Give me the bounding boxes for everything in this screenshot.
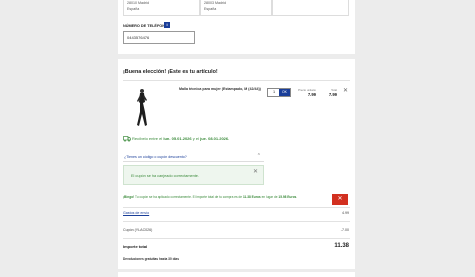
shipping-details-card: 28010 Madrid España 28003 Madrid España … bbox=[118, 0, 355, 54]
promo-text-1: Tu cupón se ha aplicado correctamente. E… bbox=[134, 195, 243, 199]
free-returns-note: Devoluciones gratuitas hasta 30 días bbox=[123, 257, 179, 261]
delivery-from-date: lun. 05.01.2026 bbox=[163, 136, 192, 141]
promo-original: 15.98 Euros bbox=[278, 195, 297, 199]
product-image[interactable] bbox=[135, 88, 149, 128]
shipping-costs-value: 4.99 bbox=[342, 211, 349, 215]
delivery-prefix: Recíbelo entre el bbox=[132, 136, 163, 141]
coupon-applied-value: -7.00 bbox=[340, 228, 349, 232]
truck-icon bbox=[123, 136, 131, 142]
info-icon[interactable]: i bbox=[164, 22, 170, 28]
phone-input[interactable]: 0443576476 bbox=[123, 31, 195, 44]
promo-text-2: en lugar de bbox=[261, 195, 278, 199]
cart-card: ¡Buena elección! ¡Este es tu artículo! M… bbox=[118, 59, 355, 269]
address-option-1[interactable]: 28010 Madrid España bbox=[123, 0, 200, 16]
cart-heading: ¡Buena elección! ¡Este es tu artículo! bbox=[123, 69, 218, 75]
delivery-to-date: jue. 08.01.2026. bbox=[200, 136, 230, 141]
promo-exclamation: ¡Bingo! bbox=[123, 195, 135, 199]
promo-message: ¡Bingo! Tu cupón se ha aplicado correcta… bbox=[123, 195, 328, 199]
coupon-toggle[interactable]: ¿Tienes un código o cupón descuento? ⌃ bbox=[123, 153, 264, 162]
remove-coupon-button[interactable]: ✕ bbox=[332, 194, 348, 205]
chevron-up-icon[interactable]: ⌃ bbox=[257, 153, 261, 159]
address-country-1: España bbox=[127, 7, 140, 12]
delivery-estimate: Recíbelo entre el lun. 05.01.2026 y el j… bbox=[132, 136, 229, 141]
total-label: Importe total bbox=[123, 244, 148, 249]
promo-total: 11.38 Euros bbox=[242, 195, 261, 199]
address-country-2: España bbox=[204, 7, 217, 12]
coupon-success-alert: El cupón se ha canjeado correctamente. ✕ bbox=[123, 165, 264, 185]
quantity-selector[interactable]: 1 OK bbox=[267, 88, 291, 97]
item-total: 7.99 bbox=[328, 92, 337, 97]
promo-end: . bbox=[296, 195, 298, 199]
address-option-2[interactable]: 28003 Madrid España bbox=[200, 0, 272, 16]
divider bbox=[123, 80, 350, 81]
total-value: 11.38 bbox=[334, 243, 349, 249]
address-option-3[interactable] bbox=[272, 0, 349, 16]
delivery-mid: y el bbox=[192, 136, 199, 141]
coupon-question-link[interactable]: ¿Tienes un código o cupón descuento? bbox=[124, 155, 187, 159]
close-alert-icon[interactable]: ✕ bbox=[253, 168, 258, 175]
divider bbox=[123, 221, 350, 222]
shipping-costs-link[interactable]: Gastos de envío bbox=[123, 211, 149, 215]
coupon-success-text: El cupón se ha canjeado correctamente. bbox=[131, 174, 199, 178]
next-section-card bbox=[118, 272, 355, 277]
unit-price: 7.99 bbox=[307, 92, 316, 97]
remove-item-icon[interactable]: ✕ bbox=[343, 87, 348, 94]
divider bbox=[123, 238, 350, 239]
divider bbox=[123, 207, 350, 208]
coupon-applied-label: Cupón (YLAC026) bbox=[123, 228, 153, 232]
quantity-confirm-button[interactable]: OK bbox=[279, 89, 290, 96]
phone-label: NÚMERO DE TELÉFONO bbox=[123, 24, 168, 28]
product-name[interactable]: Malla técnica para mujer (Estampado, M (… bbox=[179, 87, 261, 91]
